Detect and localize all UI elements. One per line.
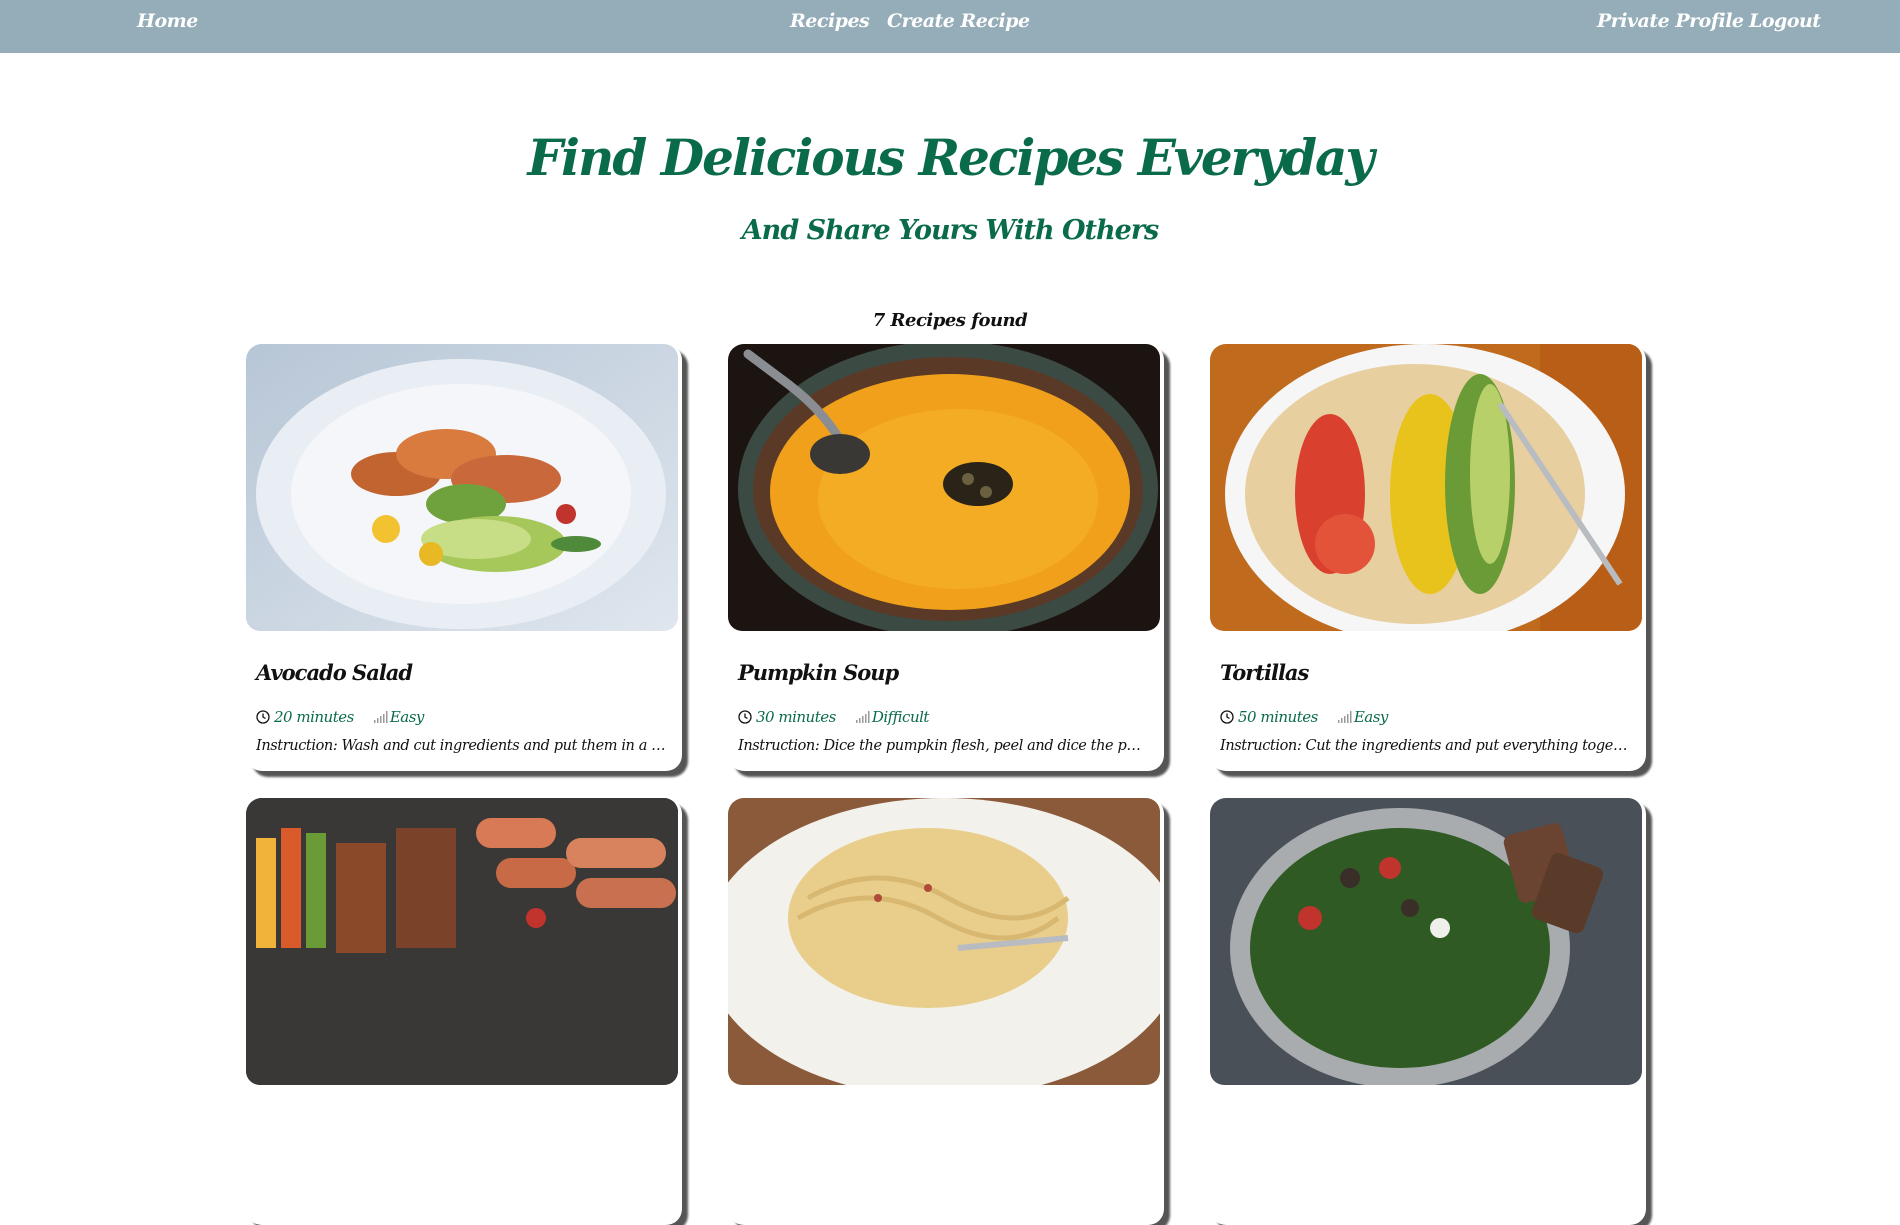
recipe-image xyxy=(1210,344,1642,631)
nav-create-recipe-link[interactable]: Create Recipe xyxy=(887,10,1030,32)
clock-icon xyxy=(738,710,752,724)
recipe-instruction: Instruction: Wash and cut ingredients an… xyxy=(256,738,666,754)
recipe-title: Avocado Salad xyxy=(256,660,413,685)
recipe-image xyxy=(1210,798,1642,1085)
recipe-meta: 30 minutes Difficult xyxy=(738,708,929,726)
recipe-time: 50 minutes xyxy=(1238,708,1318,726)
recipe-image xyxy=(728,344,1160,631)
recipe-instruction: Instruction: Cut the ingredients and put… xyxy=(1220,738,1630,754)
recipe-difficulty: Easy xyxy=(389,708,425,726)
recipe-card[interactable] xyxy=(246,798,682,1225)
recipe-card[interactable]: Pumpkin Soup 30 minutes Difficult Instru… xyxy=(728,344,1164,771)
recipe-card[interactable] xyxy=(728,798,1164,1225)
recipe-card[interactable] xyxy=(1210,798,1646,1225)
nav-home-link[interactable]: Home xyxy=(137,10,198,32)
recipe-image xyxy=(728,798,1160,1085)
recipe-title: Pumpkin Soup xyxy=(738,660,899,685)
recipe-meta: 20 minutes Easy xyxy=(256,708,424,726)
clock-icon xyxy=(1220,710,1234,724)
difficulty-bars-icon xyxy=(1337,711,1352,723)
nav-recipes-link[interactable]: Recipes xyxy=(790,10,870,32)
top-navbar: Home Recipes Create Recipe Private Profi… xyxy=(0,0,1900,53)
recipe-image xyxy=(246,344,678,631)
recipe-time: 30 minutes xyxy=(756,708,836,726)
recipe-card[interactable]: Tortillas 50 minutes Easy Instruction: C… xyxy=(1210,344,1646,771)
nav-logout-link[interactable]: Logout xyxy=(1749,10,1821,32)
recipe-difficulty: Difficult xyxy=(871,708,930,726)
recipe-difficulty: Easy xyxy=(1353,708,1389,726)
recipe-image xyxy=(246,798,678,1085)
recipe-instruction: Instruction: Dice the pumpkin flesh, pee… xyxy=(738,738,1148,754)
difficulty-bars-icon xyxy=(855,711,870,723)
recipe-time: 20 minutes xyxy=(274,708,354,726)
recipe-meta: 50 minutes Easy xyxy=(1220,708,1388,726)
clock-icon xyxy=(256,710,270,724)
recipe-title: Tortillas xyxy=(1220,660,1309,685)
difficulty-bars-icon xyxy=(373,711,388,723)
nav-private-profile-link[interactable]: Private Profile xyxy=(1597,10,1744,32)
page-subtitle: And Share Yours With Others xyxy=(741,215,1160,246)
results-count: 7 Recipes found xyxy=(872,310,1028,331)
recipe-card[interactable]: Avocado Salad 20 minutes Easy Instructio… xyxy=(246,344,682,771)
page-title: Find Delicious Recipes Everyday xyxy=(527,128,1375,187)
